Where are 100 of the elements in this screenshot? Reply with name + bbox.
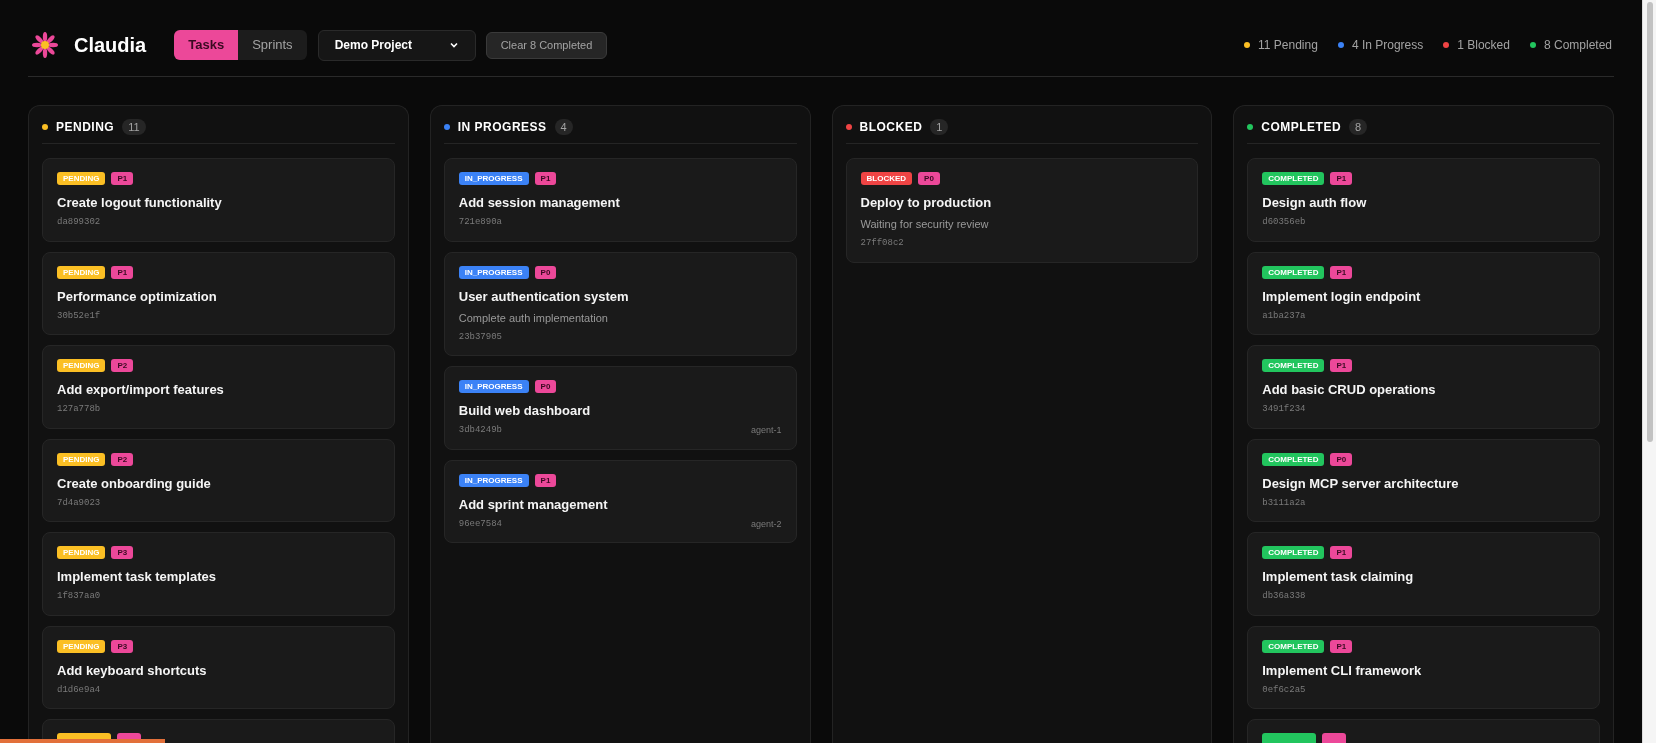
task-title: Create onboarding guide <box>57 474 212 492</box>
task-id: 30b52e1f <box>57 309 101 323</box>
status-badge: COMPLETED <box>1262 639 1325 653</box>
view-tab[interactable]: Sprints <box>238 30 307 60</box>
status-badge: IN_PROGRESS <box>458 265 529 279</box>
task-title: Add keyboard shortcuts <box>57 661 208 679</box>
status-badge: COMPLETED <box>1262 546 1325 559</box>
priority-badge: P1 <box>1330 639 1353 653</box>
task-card[interactable]: COMPLETED P1 Design auth flow d60356eb <box>1247 158 1600 242</box>
task-id: da899302 <box>57 216 101 229</box>
task-id: 127a778b <box>57 403 101 416</box>
status-count: 11 Pending <box>1258 37 1318 54</box>
task-title: Add basic CRUD operations <box>1262 381 1437 398</box>
view-tab[interactable]: Tasks <box>174 30 239 60</box>
count-badge: 11 <box>122 118 146 135</box>
task-card[interactable]: PENDING P1 Create logout functionality da899302 <box>42 158 395 242</box>
status-count: 1 Blocked <box>1457 37 1510 54</box>
priority-badge: P0 <box>918 172 940 185</box>
priority-badge: P1 <box>1330 359 1353 372</box>
status-badge: PENDING <box>57 359 106 372</box>
status-badge: IN_PROGRESS <box>458 172 529 185</box>
count-badge: 8 <box>1349 118 1368 135</box>
task-id: d60356eb <box>1262 216 1306 229</box>
task-card[interactable]: IN_PROGRESS P1 Add session management 721e890a <box>443 158 797 242</box>
status-badge: PENDING <box>57 452 106 466</box>
priority-badge <box>1322 733 1347 743</box>
project-select[interactable]: Demo Project <box>317 29 476 61</box>
task-id: a1ba237a <box>1262 309 1306 323</box>
task-card[interactable]: PENDING P3 Implement task templates 1f837aa0 <box>42 532 395 616</box>
task-card[interactable]: IN_PROGRESS P0 Build web dashboard 3db4249b agent-1 <box>443 366 797 450</box>
agent-label: agent-1 <box>750 424 782 437</box>
task-title: Design auth flow <box>1262 194 1368 211</box>
priority-badge: P0 <box>534 265 557 279</box>
task-title: Build web dashboard <box>458 402 592 419</box>
task-card[interactable]: PENDING P1 Performance optimization 30b52e1f <box>42 251 395 335</box>
scrollbar[interactable] <box>1642 0 1656 743</box>
task-card[interactable]: PENDING P2 Create onboarding guide 7d4a9023 <box>42 438 395 522</box>
task-card[interactable]: COMPLETED P1 Add basic CRUD operations 3491f234 <box>1247 345 1600 429</box>
flower-logo-icon <box>32 32 58 58</box>
priority-badge: P2 <box>111 452 134 466</box>
priority-badge: P1 <box>111 265 134 279</box>
agent-label: agent-2 <box>750 517 782 531</box>
count-badge: 1 <box>930 118 949 135</box>
task-id: 3491f234 <box>1262 403 1306 416</box>
status-count: 4 In Progress <box>1351 37 1424 54</box>
task-title: Implement CLI framework <box>1262 661 1423 679</box>
task-id: 3db4249b <box>458 424 502 437</box>
status-badge: PENDING <box>57 265 106 279</box>
app-title: Claudia <box>74 33 147 58</box>
task-title: Add sprint management <box>458 495 609 513</box>
task-id: 0ef6c2a5 <box>1262 683 1306 697</box>
task-card[interactable]: PENDING P2 Add export/import features 127a778b <box>42 345 395 429</box>
priority-badge: P0 <box>1330 452 1353 466</box>
status-badge: IN_PROGRESS <box>458 380 529 393</box>
task-card[interactable]: PENDING P3 Add keyboard shortcuts d1d6e9a4 <box>42 625 395 709</box>
task-id: 721e890a <box>458 216 502 229</box>
task-id: 7d4a9023 <box>57 496 101 510</box>
task-card[interactable]: COMPLETED P1 Implement CLI framework 0ef6c2a5 <box>1247 625 1600 709</box>
status-count: 8 Completed <box>1543 37 1612 54</box>
status-badge: PENDING <box>57 639 106 653</box>
task-id: d1d6e9a4 <box>57 683 101 697</box>
task-title: Add session management <box>458 194 621 211</box>
priority-badge: P2 <box>111 359 134 372</box>
status-badge: COMPLETED <box>1262 265 1325 279</box>
status-badge: PENDING <box>57 172 106 185</box>
priority-badge: P3 <box>111 639 134 653</box>
status-badge: COMPLETED <box>1262 359 1325 372</box>
task-title: Design MCP server architecture <box>1262 474 1460 492</box>
task-title: Add export/import features <box>57 381 225 398</box>
status-badge: COMPLETED <box>1262 172 1325 185</box>
column-title: BLOCKED <box>859 118 923 136</box>
task-title: Deploy to production <box>860 194 993 211</box>
task-id: db36a338 <box>1262 590 1306 603</box>
task-card[interactable]: COMPLETED P1 Implement login endpoint a1ba237a <box>1247 251 1600 335</box>
priority-badge: P1 <box>534 172 557 185</box>
task-card[interactable]: IN_PROGRESS P1 Add sprint management 96ee7584 agent-2 <box>443 459 797 543</box>
column-title: COMPLETED <box>1261 118 1342 136</box>
column-title: IN PROGRESS <box>457 118 547 136</box>
clear-completed-button[interactable]: Clear 8 Completed <box>485 31 608 59</box>
priority-badge: P1 <box>534 473 557 487</box>
task-card[interactable]: BLOCKED P0 Deploy to production Waiting for security review 27ff08c2 <box>845 158 1199 263</box>
task-description: Complete auth implementation <box>458 310 609 326</box>
task-title: Implement task claiming <box>1262 568 1415 585</box>
count-badge: 4 <box>554 118 573 135</box>
task-card[interactable]: COMPLETED P1 Implement task claiming db36a338 <box>1247 532 1600 616</box>
column-title: PENDING <box>56 118 115 136</box>
task-title: Performance optimization <box>57 287 218 305</box>
priority-badge: P1 <box>1330 546 1353 559</box>
task-id: 96ee7584 <box>458 517 502 531</box>
task-id: 1f837aa0 <box>57 590 101 603</box>
task-id: b3111a2a <box>1262 496 1306 510</box>
task-card[interactable]: IN_PROGRESS P0 User authentication system Complete auth implementation 23b37905 <box>443 251 797 356</box>
priority-badge: P1 <box>1330 265 1353 279</box>
priority-badge: P0 <box>534 380 557 393</box>
status-badge: COMPLETED <box>1262 452 1325 466</box>
task-card[interactable]: COMPLETED P0 Design MCP server architecture b3111a2a <box>1247 438 1600 522</box>
task-title: Implement login endpoint <box>1262 287 1422 305</box>
task-title: Implement task templates <box>57 568 217 585</box>
status-badge: IN_PROGRESS <box>458 473 529 487</box>
status-badge: BLOCKED <box>860 172 913 185</box>
